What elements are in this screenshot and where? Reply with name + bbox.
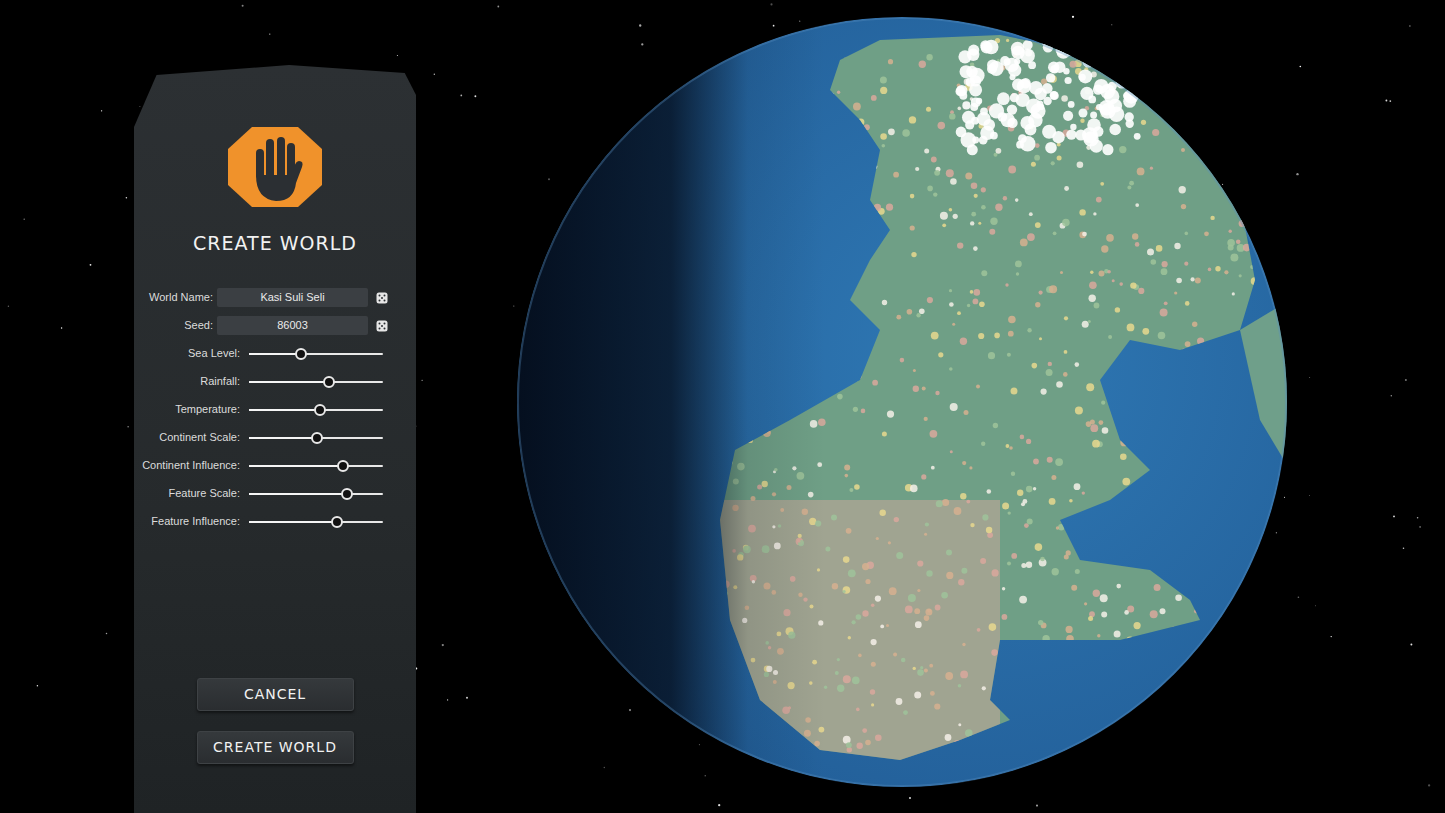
- slider-fill: [249, 465, 343, 467]
- slider-track[interactable]: [249, 465, 383, 467]
- slider-knob[interactable]: [295, 348, 307, 360]
- slider-fill: [249, 353, 301, 355]
- slider-fill: [249, 437, 317, 439]
- randomize-dice-icon[interactable]: [376, 320, 388, 332]
- slider-label: Continent Scale:: [142, 429, 240, 446]
- randomize-dice-icon[interactable]: [376, 292, 388, 304]
- slider-fill: [249, 493, 347, 495]
- slider-label: Temperature:: [142, 401, 240, 418]
- slider-fill: [249, 409, 320, 411]
- slider-label: Feature Influence:: [142, 513, 240, 530]
- slider-label: Continent Influence:: [142, 457, 240, 474]
- world-creation-screen: CREATE WORLD World Name: Seed: Sea Level: Ra…: [0, 0, 1445, 813]
- slider-row: Feature Influence:: [142, 508, 408, 536]
- slider-label: Feature Scale:: [142, 485, 240, 502]
- settings-form: World Name: Seed: Sea Level: Rainfall: Tempe…: [142, 284, 408, 536]
- hand-logo-icon: [226, 125, 324, 209]
- field-row: World Name:: [142, 284, 408, 312]
- slider-label: Sea Level:: [142, 345, 240, 362]
- slider-knob[interactable]: [323, 376, 335, 388]
- slider-knob[interactable]: [337, 460, 349, 472]
- create-world-panel: CREATE WORLD World Name: Seed: Sea Level: Ra…: [134, 65, 416, 813]
- slider-row: Rainfall:: [142, 368, 408, 396]
- create-world-button[interactable]: CREATE WORLD: [197, 731, 354, 764]
- slider-fill: [249, 521, 337, 523]
- slider-row: Sea Level:: [142, 340, 408, 368]
- slider-row: Feature Scale:: [142, 480, 408, 508]
- slider-track[interactable]: [249, 437, 383, 439]
- slider-knob[interactable]: [311, 432, 323, 444]
- slider-row: Temperature:: [142, 396, 408, 424]
- planet-preview[interactable]: [517, 17, 1287, 787]
- slider-track[interactable]: [249, 521, 383, 523]
- slider-row: Continent Influence:: [142, 452, 408, 480]
- slider-track[interactable]: [249, 381, 383, 383]
- slider-track[interactable]: [249, 493, 383, 495]
- slider-knob[interactable]: [314, 404, 326, 416]
- slider-knob[interactable]: [331, 516, 343, 528]
- slider-knob[interactable]: [341, 488, 353, 500]
- cancel-button[interactable]: CANCEL: [197, 678, 354, 711]
- slider-fill: [249, 381, 329, 383]
- slider-row: Continent Scale:: [142, 424, 408, 452]
- field-label: World Name:: [142, 289, 217, 306]
- field-input[interactable]: [217, 316, 368, 335]
- field-row: Seed:: [142, 312, 408, 340]
- button-group: CANCEL CREATE WORLD: [197, 678, 354, 764]
- field-input[interactable]: [217, 288, 368, 307]
- slider-track[interactable]: [249, 409, 383, 411]
- slider-label: Rainfall:: [142, 373, 240, 390]
- panel-title: CREATE WORLD: [193, 229, 357, 258]
- field-label: Seed:: [142, 317, 217, 334]
- slider-track[interactable]: [249, 353, 383, 355]
